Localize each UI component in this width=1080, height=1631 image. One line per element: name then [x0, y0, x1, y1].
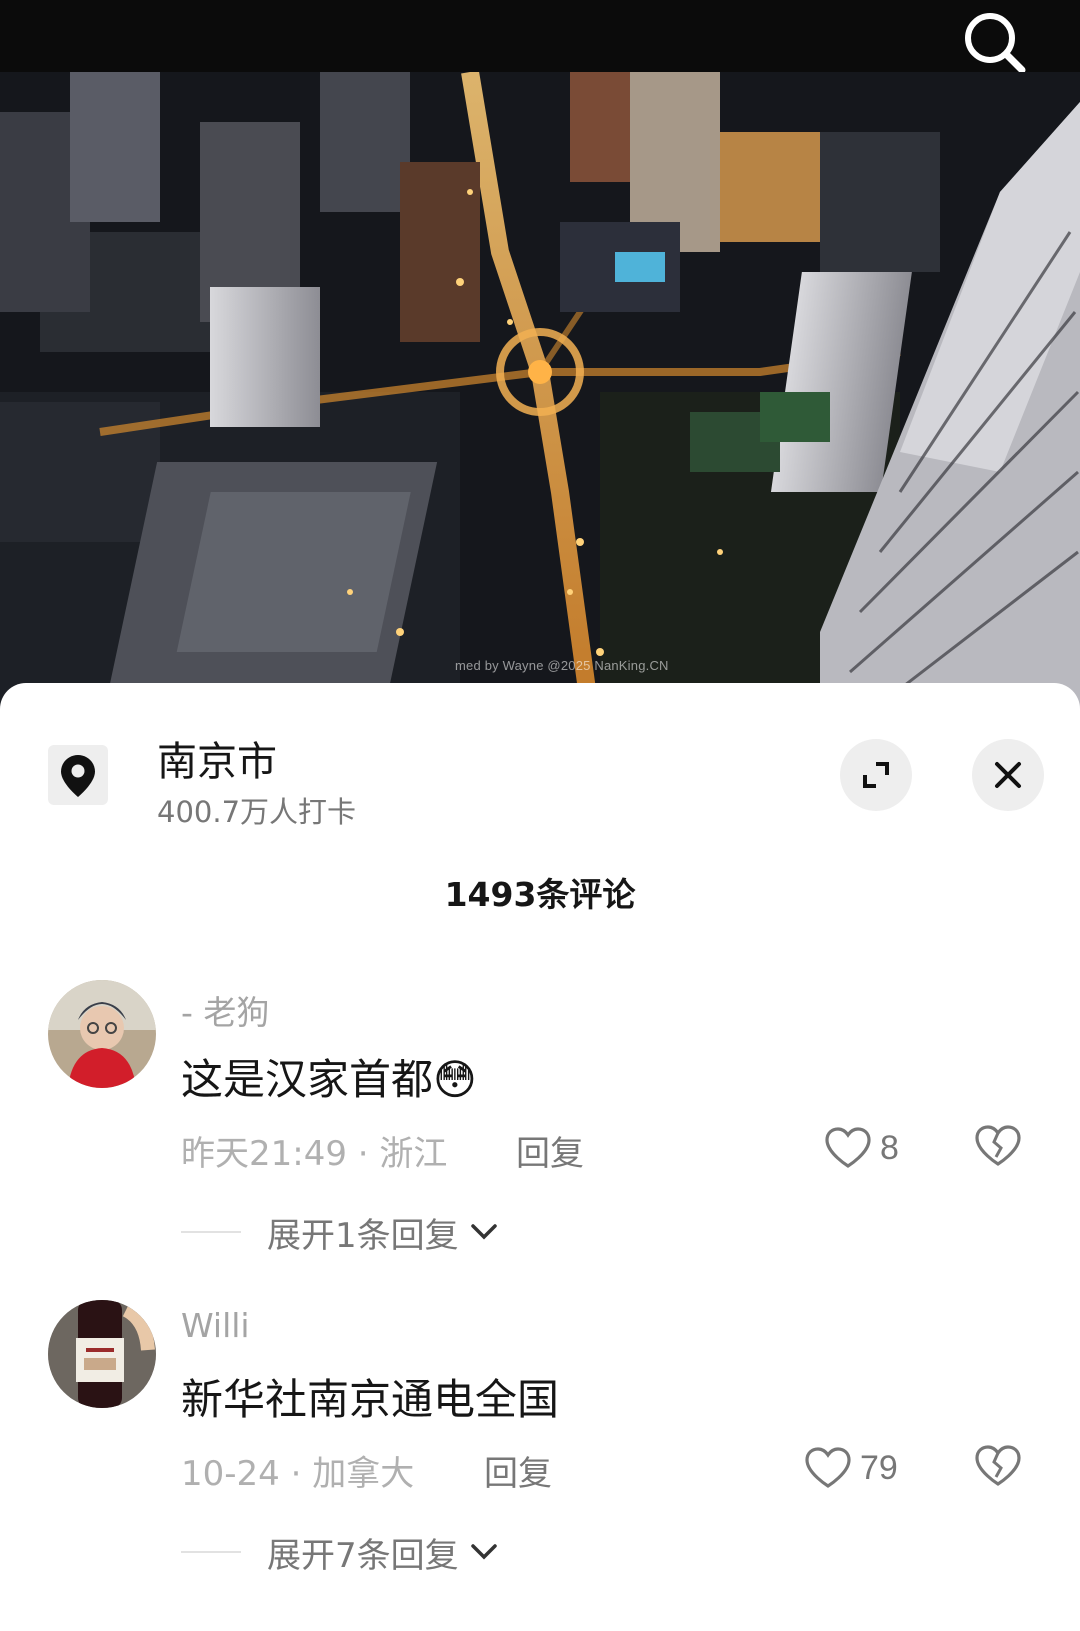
location-pin-icon — [61, 755, 95, 797]
emoji-icon: 😳 — [433, 1055, 477, 1104]
expand-button[interactable] — [840, 739, 912, 811]
chevron-down-icon — [470, 1224, 497, 1240]
location-comments-sheet: 南京市 400.7万人打卡 1493条评论 - 老狗 这是汉家首都😳 昨天21:… — [0, 683, 1080, 1631]
dislike-button[interactable] — [974, 1444, 1022, 1492]
like-button[interactable]: 79 — [804, 1440, 898, 1496]
comment-region: 浙江 — [379, 1134, 448, 1174]
comment-username[interactable]: - 老狗 — [181, 986, 269, 1034]
expand-replies-button[interactable]: 展开1条回复 — [181, 1207, 499, 1257]
dislike-button[interactable] — [974, 1124, 1022, 1172]
comments-count: 1493条评论 — [444, 875, 636, 914]
comment-text: 新华社南京通电全国 — [181, 1375, 560, 1424]
location-name[interactable]: 南京市 — [157, 729, 277, 787]
city-illustration — [0, 72, 1080, 712]
reply-button[interactable]: 回复 — [484, 1446, 552, 1495]
like-count: 8 — [880, 1128, 899, 1167]
broken-heart-icon — [975, 1445, 1021, 1486]
comment-item: - 老狗 这是汉家首都😳 昨天21:49 · 浙江 回复 8 展开1条回复 — [0, 980, 1080, 1280]
comment-meta: 10-24 · 加拿大 — [181, 1454, 415, 1494]
comment-meta: 昨天21:49 · 浙江 — [181, 1134, 448, 1174]
photo-watermark: med by Wayne @2025 NanKing.CN — [455, 658, 669, 673]
expand-replies-label: 展开7条回复 — [267, 1535, 459, 1576]
like-button[interactable]: 8 — [824, 1120, 899, 1176]
close-icon — [995, 762, 1021, 788]
comment-username[interactable]: Willi — [181, 1306, 250, 1345]
location-checkins: 400.7万人打卡 — [157, 795, 357, 829]
comment-text-body: 这是汉家首都 — [181, 1055, 434, 1104]
avatar[interactable] — [48, 980, 156, 1088]
divider-line — [181, 1551, 241, 1553]
comment-item: Willi 新华社南京通电全国 10-24 · 加拿大 回复 79 展开7条回复 — [0, 1300, 1080, 1600]
search-button[interactable] — [960, 8, 1030, 74]
chevron-down-icon — [470, 1544, 497, 1560]
location-pin-box — [48, 745, 108, 805]
broken-heart-icon — [975, 1125, 1021, 1166]
avatar[interactable] — [48, 1300, 156, 1408]
expand-icon — [863, 762, 889, 788]
reply-button[interactable]: 回复 — [516, 1126, 584, 1175]
heart-icon — [825, 1127, 871, 1168]
city-aerial-photo[interactable]: med by Wayne @2025 NanKing.CN — [0, 72, 1080, 712]
close-button[interactable] — [972, 739, 1044, 811]
expand-replies-label: 展开1条回复 — [267, 1215, 459, 1256]
heart-icon — [805, 1447, 851, 1488]
like-count: 79 — [860, 1448, 898, 1487]
comment-region: 加拿大 — [312, 1454, 415, 1494]
comment-time: 昨天21:49 — [181, 1134, 347, 1174]
top-bar — [0, 0, 1080, 74]
search-icon — [965, 13, 1026, 74]
comment-text: 这是汉家首都😳 — [181, 1046, 477, 1107]
expand-replies-button[interactable]: 展开7条回复 — [181, 1527, 499, 1577]
comment-time: 10-24 — [181, 1454, 280, 1494]
divider-line — [181, 1231, 241, 1233]
